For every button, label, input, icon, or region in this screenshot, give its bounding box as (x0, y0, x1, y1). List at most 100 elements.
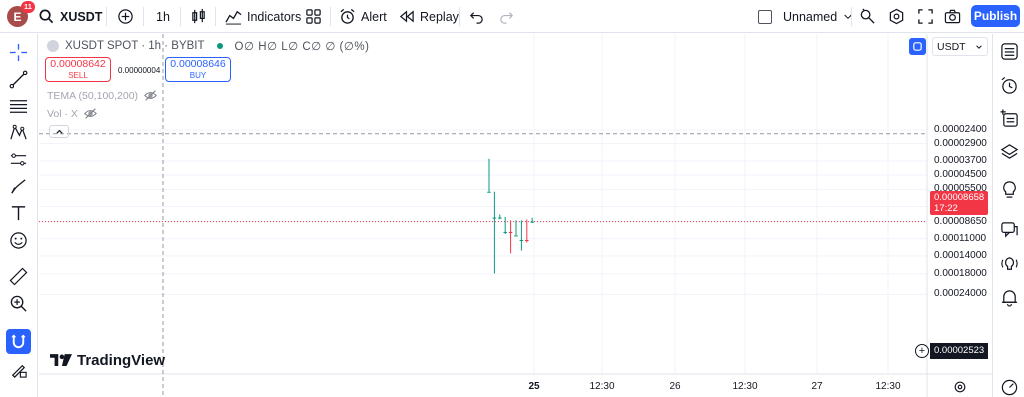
fib-retracement-tool[interactable] (6, 94, 31, 119)
search-icon (39, 9, 54, 24)
avatar-letter: E (13, 9, 22, 24)
chart-pane[interactable]: XUSDT SPOT · 1h · BYBIT O∅ H∅ L∅ C∅ ∅ (∅… (39, 34, 992, 397)
brush-tool[interactable] (6, 174, 31, 199)
drawing-toolbar (0, 34, 38, 397)
candle-body (492, 217, 497, 219)
compare-button[interactable] (117, 0, 134, 33)
streams-button[interactable] (998, 253, 1020, 275)
add-watchlist-button[interactable] (998, 107, 1020, 129)
collapse-legend-button[interactable] (49, 125, 69, 138)
templates-button[interactable] (305, 0, 322, 33)
replay-icon (399, 10, 414, 23)
watchlist-button[interactable] (998, 40, 1020, 62)
divider (459, 7, 460, 26)
layout-name-dropdown[interactable]: Unnamed (783, 0, 854, 33)
layout-checkbox[interactable] (758, 0, 772, 33)
indicators-icon (225, 10, 242, 25)
ideas-button[interactable] (998, 178, 1020, 200)
magnet-mode-button[interactable] (6, 329, 31, 354)
candle-body (508, 231, 513, 233)
indicators-label: Indicators (247, 9, 302, 24)
eye-hidden-icon[interactable] (84, 107, 97, 120)
trend-line-tool[interactable] (6, 67, 31, 92)
notifications-button[interactable] (998, 286, 1020, 308)
divider (215, 7, 216, 26)
publish-button[interactable]: Publish (971, 5, 1020, 27)
symbol-logo-icon (47, 40, 59, 52)
chevron-down-icon (976, 44, 982, 49)
ruler-icon (9, 267, 28, 286)
quick-search-button[interactable] (859, 0, 876, 33)
alert-button[interactable]: Alert (339, 0, 387, 33)
chart-canvas[interactable] (39, 34, 992, 397)
currency-label: USDT (937, 40, 966, 53)
sell-price: 0.00008642 (50, 58, 106, 70)
interval-button[interactable]: 1h (156, 0, 170, 33)
sell-label: SELL (68, 71, 88, 80)
alert-label: Alert (361, 9, 387, 24)
undo-button[interactable] (468, 0, 485, 33)
price-tick-label: 0.00003700 (934, 155, 987, 167)
magnifier-icon (860, 8, 875, 24)
scale-settings-icon[interactable] (953, 380, 967, 394)
buy-button[interactable]: 0.00008646 BUY (165, 57, 231, 82)
time-tick-label: 25 (528, 381, 540, 392)
ruler-tool[interactable] (6, 264, 31, 289)
settings-button[interactable] (888, 0, 905, 33)
replay-button[interactable]: Replay (398, 0, 459, 33)
divider (330, 7, 331, 26)
layers-button[interactable] (998, 140, 1020, 162)
performance-button[interactable] (998, 376, 1020, 397)
tradingview-logo[interactable]: TradingView (50, 352, 165, 369)
redo-button[interactable] (498, 0, 515, 33)
lock-drawing-icon (11, 364, 27, 378)
alerts-clock-icon (1001, 76, 1017, 94)
divider (106, 7, 107, 26)
candle-body (514, 235, 518, 237)
text-tool[interactable] (6, 201, 31, 226)
indicators-button[interactable]: Indicators (225, 0, 301, 33)
interval-label: 1h (156, 9, 170, 24)
fullscreen-button[interactable] (917, 0, 934, 33)
chat-icon (1000, 221, 1018, 238)
indicator-label: TEMA (50,100,200) (47, 89, 139, 102)
zoom-in-tool[interactable] (6, 291, 31, 316)
fullscreen-icon (918, 9, 933, 24)
divider (180, 7, 181, 26)
streams-icon (1000, 256, 1018, 270)
zoom-in-icon (10, 295, 27, 312)
brush-icon (11, 179, 26, 194)
currency-dropdown[interactable]: USDT (932, 37, 988, 56)
redo-icon (500, 12, 514, 24)
snapshot-button[interactable] (944, 0, 961, 33)
plus-circle-icon (118, 9, 133, 24)
time-tick-label: 26 (669, 381, 681, 392)
eye-hidden-icon[interactable] (144, 89, 157, 102)
candle-body (503, 231, 507, 233)
lock-drawing-tool[interactable] (6, 357, 31, 382)
sell-button[interactable]: 0.00008642 SELL (45, 57, 111, 82)
price-tick-label: 0.00014000 (934, 249, 987, 261)
time-tick-label: 12:30 (732, 381, 758, 392)
symbol-search-button[interactable]: XUSDT (38, 0, 102, 33)
pattern-tool[interactable] (6, 120, 31, 145)
spread-value: 0.00000004 (118, 66, 161, 75)
emoji-icon (10, 232, 27, 249)
layout-name: Unnamed (783, 9, 838, 24)
add-alert-plus-button[interactable]: + (915, 344, 929, 358)
chevron-up-icon (55, 129, 63, 134)
notification-badge: 11 (21, 1, 35, 13)
alerts-button[interactable] (998, 74, 1020, 96)
indicator-volume[interactable]: Vol · X (47, 107, 97, 120)
trend-line-icon (9, 70, 28, 89)
prediction-tool[interactable] (6, 147, 31, 172)
crosshair-tool[interactable] (6, 40, 31, 65)
buy-label: BUY (189, 71, 207, 80)
price-tick-label: 0.00018000 (934, 267, 987, 279)
chat-button[interactable] (998, 218, 1020, 240)
chart-type-button[interactable] (190, 0, 207, 33)
indicator-tema[interactable]: TEMA (50,100,200) (47, 89, 157, 102)
emoji-tool[interactable] (6, 228, 31, 253)
sync-scale-button[interactable] (909, 38, 926, 55)
last-price-tag: 0.00008658 17:22 (930, 191, 988, 215)
